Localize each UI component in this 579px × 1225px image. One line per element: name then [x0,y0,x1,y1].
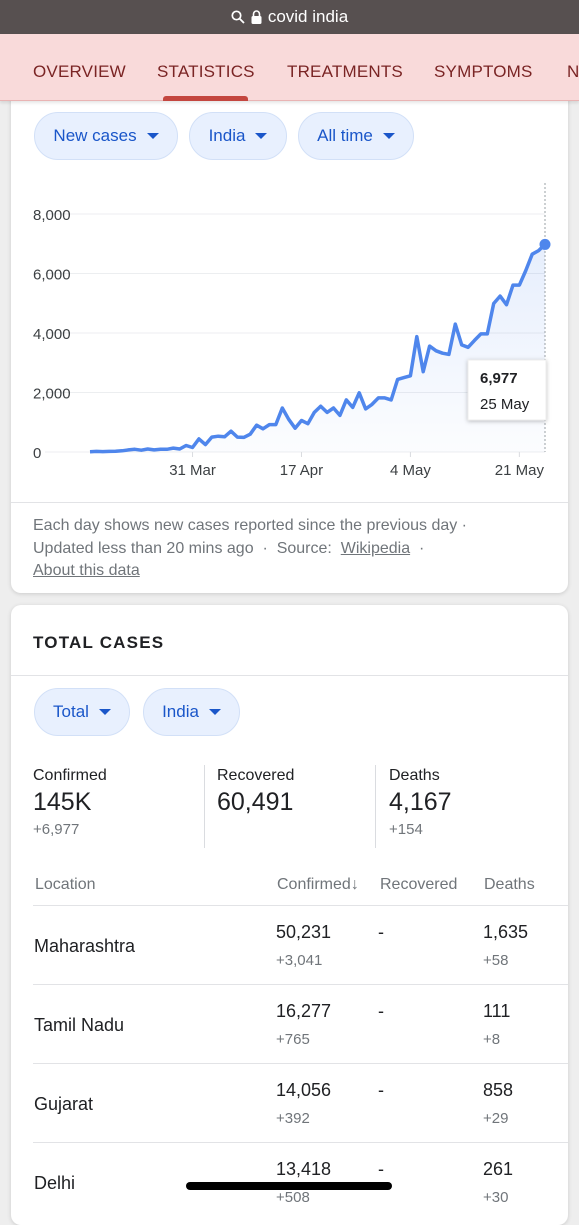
stat-value: 60,491 [217,788,294,816]
table-row[interactable]: Maharashtra 50,231 +3,041 - 1,635 +58 [33,905,568,984]
recovered-cell: - [378,922,384,942]
confirmed-cell: 16,277 [276,1001,332,1021]
column-header-location[interactable]: Location [35,876,96,894]
location-cell: Delhi [34,1173,76,1193]
stat-deaths: Deaths 4,167 +154 [389,767,452,838]
location-cell: Gujarat [34,1094,94,1114]
chart-area-fill [90,244,545,452]
stat-delta: +154 [389,821,423,838]
tab-overview[interactable]: OVERVIEW [33,62,126,82]
caret-down-icon [382,133,395,139]
browser-address-bar[interactable]: covid india [0,0,579,34]
confirmed-cell: 13,418 [276,1159,332,1179]
caret-down-icon [146,133,159,139]
separator: · [262,540,268,557]
deaths-delta: +8 [483,1031,501,1048]
separator: · [418,540,425,557]
table-row[interactable]: Tamil Nadu 16,277 +765 - 111 +8 [33,984,568,1063]
recovered-cell: - [378,1080,384,1100]
divider [11,675,568,676]
chip-label: All time [317,126,373,145]
tab-symptoms[interactable]: SYMPTOMS [434,62,533,82]
stat-label: Confirmed [33,767,107,784]
chip-label: India [162,702,199,721]
source-label: Source: [276,540,332,557]
confirmed-delta: +765 [276,1031,310,1048]
chip-label: India [208,126,246,145]
deaths-delta: +29 [483,1110,509,1127]
caret-down-icon [98,709,111,715]
chip-label: Total [53,702,89,721]
recovered-cell: - [378,1159,384,1179]
divider [375,765,376,848]
about-data-link[interactable]: About this data [33,562,140,579]
url-text: covid india [267,7,349,26]
tooltip-value: 6,977 [480,370,518,387]
confirmed-cell: 50,231 [276,922,332,942]
stat-delta: +6,977 [33,821,80,838]
lock-icon [251,10,262,24]
x-tick-label: 31 Mar [169,462,216,479]
update-line: Updated less than 20 mins ago · Source: … [33,540,424,558]
updated-text: Updated less than 20 mins ago [33,540,254,557]
recovered-cell: - [378,1001,384,1021]
time-filter-chip[interactable]: All time [298,112,414,160]
stat-value: 145K [33,788,92,816]
home-indicator [186,1182,392,1190]
wikipedia-link[interactable]: Wikipedia [341,540,410,557]
caret-down-icon [208,709,221,715]
y-tick-label: 2,000 [33,386,71,403]
stat-label: Recovered [217,767,295,784]
tab-treatments[interactable]: TREATMENTS [287,62,403,82]
hover-point[interactable] [539,238,551,250]
caret-down-icon [255,133,268,139]
x-tick-label: 17 Apr [280,462,323,479]
column-header-recovered[interactable]: Recovered [380,876,457,894]
stat-label: Deaths [389,767,440,784]
location-cell: Tamil Nadu [34,1015,125,1035]
table-row[interactable]: Gujarat 14,056 +392 - 858 +29 [33,1063,568,1142]
deaths-cell: 1,635 [483,922,529,942]
region-filter-chip[interactable]: India [143,688,240,736]
column-header-confirmed[interactable]: Confirmed↓ [277,876,359,894]
deaths-cell: 261 [483,1159,514,1179]
confirmed-cell: 14,056 [276,1080,332,1100]
tooltip-date: 25 May [480,396,530,413]
x-tick-label: 4 May [390,462,431,479]
section-title: TOTAL CASES [33,633,165,652]
stat-value: 4,167 [389,788,452,816]
deaths-cell: 111 [483,1001,511,1021]
active-tab-indicator [163,96,248,101]
new-cases-chart[interactable]: 0 2,000 4,000 6,000 8,000 31 Mar 17 Apr 4 May 21… [0,180,579,495]
column-header-deaths[interactable]: Deaths [484,876,535,894]
tab-statistics[interactable]: STATISTICS [157,62,255,82]
deaths-delta: +30 [483,1189,509,1206]
chart-note: Each day shows new cases reported since … [33,517,468,534]
location-cell: Maharashtra [34,936,136,956]
confirmed-delta: +3,041 [276,952,323,969]
deaths-delta: +58 [483,952,509,969]
y-tick-label: 4,000 [33,326,71,343]
tab-next[interactable]: N [567,62,579,82]
y-tick-label: 6,000 [33,267,71,284]
deaths-cell: 858 [483,1080,514,1100]
arrow-down-icon: ↓ [350,876,359,893]
stat-recovered: Recovered 60,491 [217,767,294,817]
header-label: Confirmed [277,876,351,893]
metric-filter-chip[interactable]: New cases [34,112,178,160]
search-icon [231,10,245,24]
tooltip: 6,977 25 May [467,359,547,421]
region-filter-chip[interactable]: India [189,112,287,160]
y-tick-label: 8,000 [33,207,71,224]
confirmed-delta: +508 [276,1189,310,1206]
total-filter-chip[interactable]: Total [34,688,130,736]
confirmed-delta: +392 [276,1110,310,1127]
divider [11,502,568,503]
divider [204,765,205,848]
stat-confirmed: Confirmed 145K +6,977 [33,767,107,838]
x-tick-label: 21 May [495,462,545,479]
y-tick-label: 0 [33,445,41,462]
chip-label: New cases [53,126,137,145]
tab-bar: OVERVIEW STATISTICS TREATMENTS SYMPTOMS … [0,34,579,101]
